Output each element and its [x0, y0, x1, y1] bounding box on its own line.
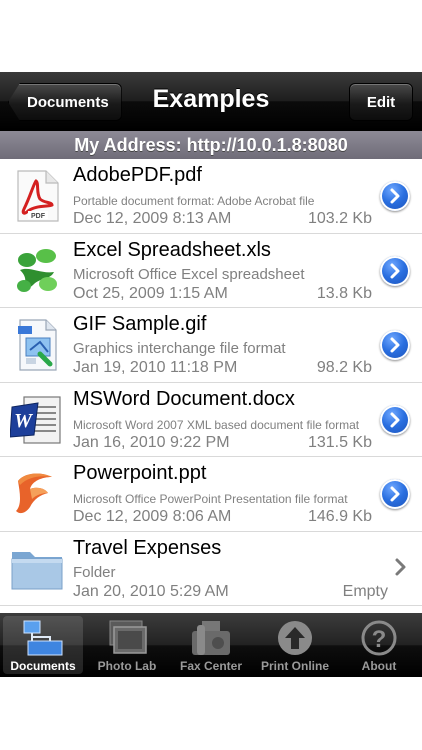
file-row-gif[interactable]: GIF Sample.gif Graphics interchange file…: [0, 308, 422, 383]
file-size: 13.8 Kb: [316, 284, 372, 302]
edit-button[interactable]: Edit: [349, 83, 413, 121]
file-name: Excel Spreadsheet.xls: [73, 238, 271, 261]
file-description: Microsoft Office PowerPoint Presentation…: [73, 492, 348, 506]
file-description: Microsoft Office Excel spreadsheet: [73, 265, 305, 283]
file-description: Portable document format: Adobe Acrobat …: [73, 194, 315, 208]
folder-row-travel-expenses[interactable]: Travel Expenses Folder Jan 20, 2010 5:29…: [0, 531, 422, 606]
svg-text:?: ?: [372, 626, 387, 653]
pdf-icon: PDF: [17, 170, 59, 222]
chevron-right-icon: [390, 412, 400, 427]
fax-icon: [192, 621, 230, 655]
file-date: Jan 19, 2010 11:18 PM: [73, 359, 238, 376]
tab-label: Documents: [10, 659, 76, 673]
tab-bar: Documents Photo Lab Fax Center Print Onl…: [0, 613, 422, 677]
excel-icon: [17, 248, 57, 292]
detail-disclosure-button[interactable]: [380, 330, 410, 360]
file-name: MSWord Document.docx: [73, 387, 295, 410]
chevron-right-icon: [395, 558, 406, 575]
file-size: 98.2 Kb: [316, 359, 372, 376]
chevron-right-icon: [390, 263, 400, 278]
file-row-powerpoint[interactable]: Powerpoint.ppt Microsoft Office PowerPoi…: [0, 457, 422, 532]
file-name: Travel Expenses: [73, 536, 222, 559]
file-description: Graphics interchange file format: [73, 340, 286, 357]
question-icon: ?: [361, 620, 397, 656]
file-size: 131.5 Kb: [307, 433, 372, 451]
file-date: Oct 25, 2009 1:15 AM: [73, 284, 228, 302]
detail-disclosure-button[interactable]: [380, 255, 410, 286]
tab-print-online[interactable]: Print Online: [255, 616, 335, 674]
file-row-excel[interactable]: Excel Spreadsheet.xls Microsoft Office E…: [0, 233, 422, 308]
gif-image-icon: [18, 319, 57, 371]
file-size: Empty: [342, 582, 388, 600]
chevron-right-icon: [390, 188, 400, 204]
file-row-pdf[interactable]: PDF AdobePDF.pdf Portable document forma…: [0, 159, 422, 234]
svg-text:W: W: [14, 410, 33, 432]
powerpoint-icon: [16, 473, 52, 514]
file-name: AdobePDF.pdf: [73, 164, 202, 186]
file-date: Dec 12, 2009 8:06 AM: [73, 508, 232, 525]
tab-about[interactable]: ? About: [339, 616, 419, 674]
file-row-word[interactable]: W MSWord Document.docx Microsoft Word 20…: [0, 382, 422, 457]
chevron-right-icon: [390, 337, 400, 353]
tab-photo-lab[interactable]: Photo Lab: [87, 616, 167, 674]
navigation-bar: Documents Examples Edit: [0, 72, 422, 131]
file-size: 103.2 Kb: [307, 210, 372, 227]
tab-label: Print Online: [260, 659, 329, 673]
documents-icon: [23, 620, 63, 656]
file-description: Microsoft Word 2007 XML based document f…: [73, 417, 360, 432]
tab-label: About: [361, 659, 397, 673]
tab-label: Fax Center: [179, 659, 243, 673]
tab-label: Photo Lab: [97, 659, 157, 673]
upload-icon: [278, 621, 312, 655]
tab-documents[interactable]: Documents: [3, 616, 83, 674]
file-date: Dec 12, 2009 8:13 AM: [73, 210, 232, 227]
detail-disclosure-button[interactable]: [380, 404, 410, 435]
file-name: Powerpoint.ppt: [73, 462, 207, 484]
tab-fax-center[interactable]: Fax Center: [171, 616, 251, 674]
chevron-right-icon: [390, 486, 400, 502]
file-description: Folder: [73, 563, 116, 581]
file-size: 146.9 Kb: [307, 508, 372, 525]
svg-text:PDF: PDF: [31, 213, 46, 220]
file-date: Jan 16, 2010 9:22 PM: [73, 433, 230, 451]
detail-disclosure-button[interactable]: [380, 181, 410, 211]
detail-disclosure-button[interactable]: [380, 479, 410, 509]
word-icon: W: [10, 395, 61, 444]
address-banner: My Address: http://10.0.1.8:8080: [0, 131, 422, 159]
file-date: Jan 20, 2010 5:29 AM: [73, 582, 229, 600]
file-list: PDF AdobePDF.pdf Portable document forma…: [0, 159, 422, 606]
file-name: GIF Sample.gif: [73, 313, 207, 335]
folder-icon: [11, 551, 63, 589]
photo-lab-icon: [109, 620, 147, 654]
